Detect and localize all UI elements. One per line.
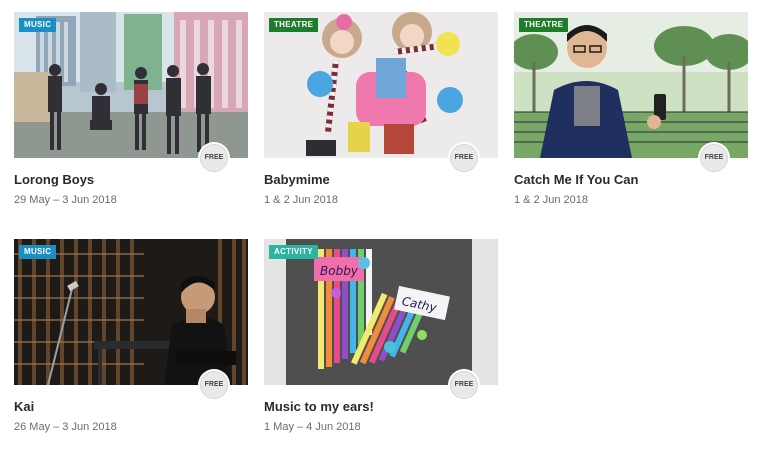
event-date: 1 & 2 Jun 2018 — [514, 194, 589, 206]
category-tag: ACTIVITY — [269, 245, 318, 259]
event-date: 26 May – 3 Jun 2018 — [14, 421, 117, 433]
event-image-catch-me-if-you-can[interactable]: THEATRE — [514, 12, 748, 158]
free-badge: FREE — [450, 371, 478, 399]
event-title[interactable]: Babymime — [264, 172, 330, 187]
free-badge: FREE — [450, 144, 478, 172]
event-card-babymime[interactable]: THEATRE FREE Babymime 1 & 2 Jun 2018 — [264, 12, 498, 217]
event-image-babymime[interactable]: THEATRE — [264, 12, 498, 158]
event-card-kai[interactable]: MUSIC FREE Kai 26 May – 3 Jun 2018 — [14, 239, 248, 444]
event-card-lorong-boys[interactable]: MUSIC FREE Lorong Boys 29 May – 3 Jun 20… — [14, 12, 248, 217]
category-tag: MUSIC — [19, 245, 57, 259]
event-image-music-to-my-ears[interactable]: Bobby Cathy ACTIVITY — [264, 239, 498, 385]
event-title[interactable]: Lorong Boys — [14, 172, 94, 187]
free-badge: FREE — [700, 144, 728, 172]
free-badge: FREE — [200, 371, 228, 399]
category-tag: MUSIC — [19, 18, 57, 32]
event-title[interactable]: Kai — [14, 399, 34, 414]
category-tag: THEATRE — [269, 18, 319, 32]
name-tag-bobby: Bobby — [320, 264, 359, 278]
event-date: 1 & 2 Jun 2018 — [264, 194, 339, 206]
event-title[interactable]: Catch Me If You Can — [514, 172, 638, 187]
event-image-kai[interactable]: MUSIC — [14, 239, 248, 385]
event-date: 1 May – 4 Jun 2018 — [264, 421, 361, 433]
event-image-lorong-boys[interactable]: MUSIC — [14, 12, 248, 158]
event-card-catch-me-if-you-can[interactable]: THEATRE FREE Catch Me If You Can 1 & 2 J… — [514, 12, 748, 217]
event-title[interactable]: Music to my ears! — [264, 399, 374, 414]
event-card-music-to-my-ears[interactable]: Bobby Cathy ACTIVITY FREE Music to my ea… — [264, 239, 498, 444]
category-tag: THEATRE — [519, 18, 569, 32]
event-date: 29 May – 3 Jun 2018 — [14, 194, 117, 206]
free-badge: FREE — [200, 144, 228, 172]
